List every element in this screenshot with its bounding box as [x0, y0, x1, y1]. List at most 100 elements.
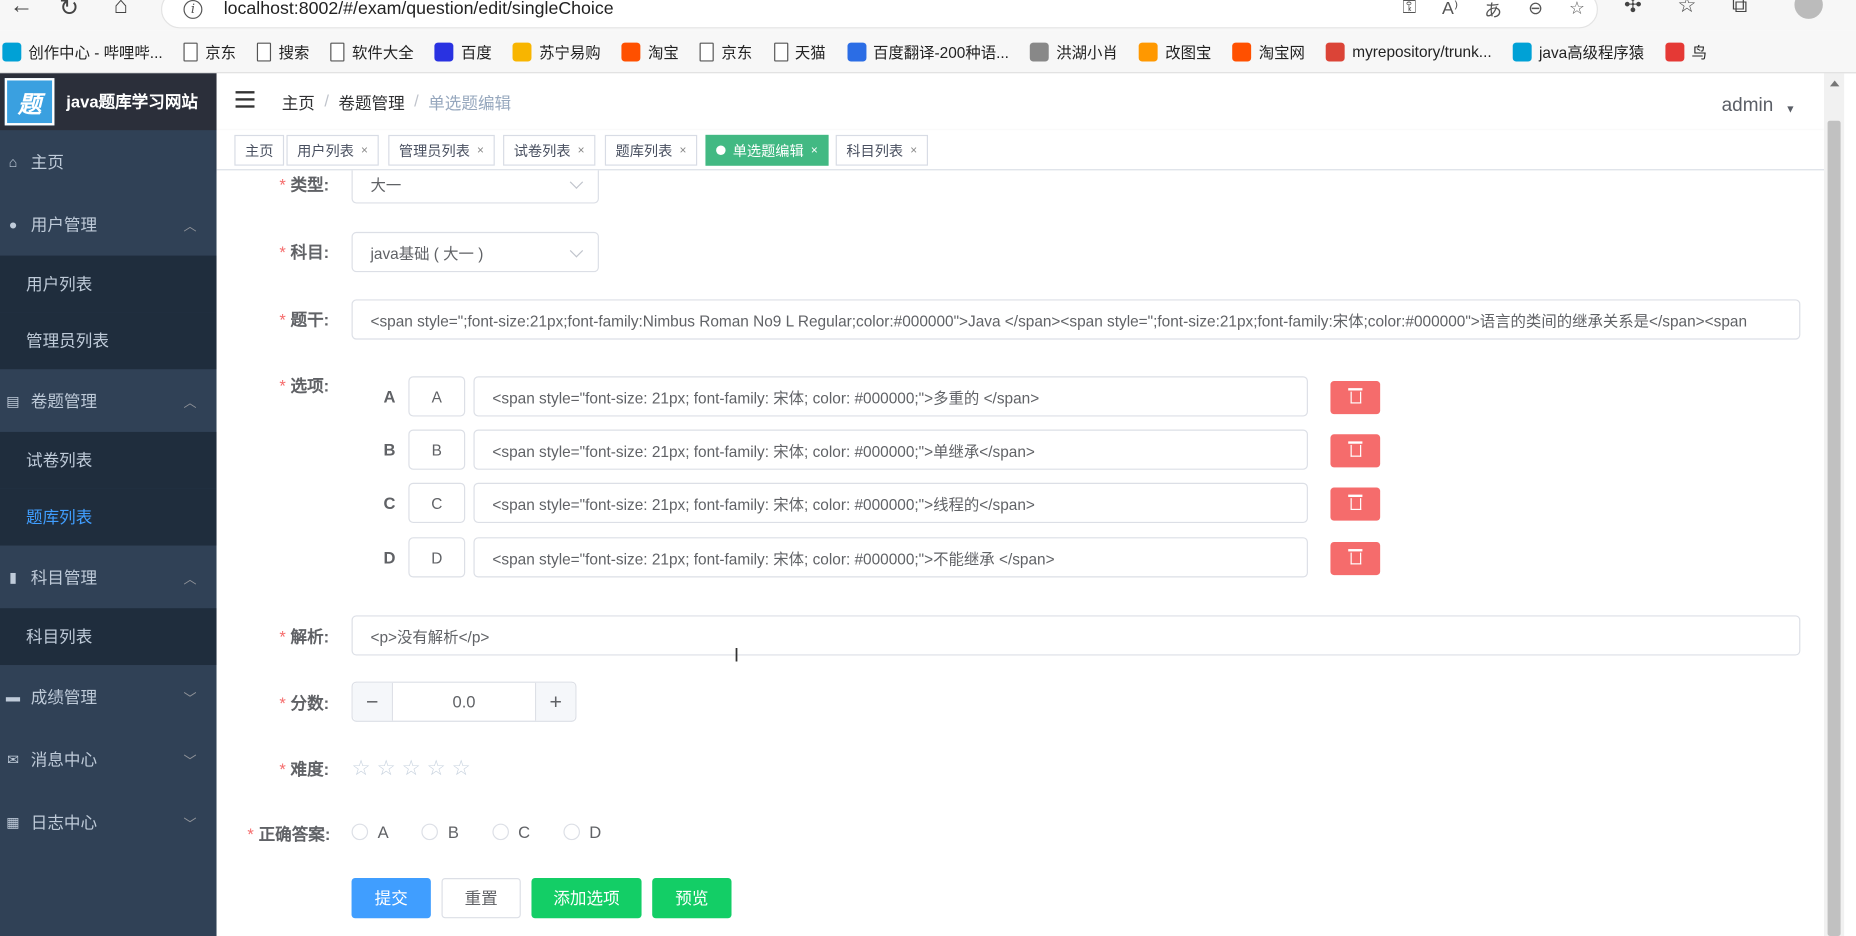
favorites-icon[interactable]: ☆ — [1677, 0, 1696, 18]
bookmark-item[interactable]: 京东 — [700, 40, 752, 62]
translate-icon[interactable]: あ — [1484, 0, 1502, 22]
bookmark-item[interactable]: 百度 — [434, 40, 492, 62]
close-icon[interactable]: × — [811, 144, 818, 157]
increase-score-button[interactable]: + — [535, 682, 576, 721]
subject-select[interactable]: java基础 ( 大一 ) — [351, 231, 599, 273]
bookmark-item[interactable]: 京东 — [183, 40, 236, 62]
answer-radio-b[interactable]: B — [421, 822, 459, 841]
key-icon[interactable]: ⚿ — [1402, 0, 1416, 22]
bookmark-item[interactable]: java高级程序猿 — [1512, 40, 1644, 62]
scrollbar-thumb[interactable] — [1827, 120, 1841, 936]
back-icon[interactable]: ← — [9, 0, 33, 20]
option-c-content-input[interactable]: <span style="font-size: 21px; font-famil… — [473, 482, 1308, 524]
delete-option-b-button[interactable] — [1330, 434, 1381, 468]
page-scrollbar[interactable] — [1824, 73, 1845, 936]
answer-radio-a[interactable]: A — [351, 822, 389, 841]
decrease-score-button[interactable]: − — [352, 682, 393, 721]
tag-admin-list[interactable]: 管理员列表 × — [388, 134, 495, 166]
option-d-prefix-input[interactable]: D — [408, 537, 466, 578]
reset-button[interactable]: 重置 — [441, 878, 521, 919]
tag-paper-list[interactable]: 试卷列表 × — [503, 134, 596, 166]
extensions-icon[interactable]: ✣ — [1624, 0, 1642, 18]
option-b-prefix-input[interactable]: B — [408, 429, 466, 470]
mail-icon: ✉ — [7, 750, 19, 768]
sidebar-subitem-paper-list[interactable]: 试卷列表 — [0, 431, 217, 489]
info-icon[interactable]: i — [183, 0, 203, 19]
hamburger-icon[interactable] — [235, 91, 255, 108]
bookmark-item[interactable]: 百度翻译-200种语... — [846, 40, 1009, 62]
bookmark-item[interactable]: myrepository/trunk... — [1326, 42, 1492, 61]
home-icon[interactable]: ⌂ — [114, 0, 128, 20]
breadcrumb-home[interactable]: 主页 — [282, 91, 315, 115]
zoom-out-icon[interactable]: ⊖ — [1528, 0, 1543, 22]
tag-subject-list[interactable]: 科目列表 × — [835, 134, 928, 166]
option-d-content-input[interactable]: <span style="font-size: 21px; font-famil… — [473, 537, 1308, 578]
sidebar-item-log-center[interactable]: ▦ 日志中心 ﹀ — [0, 790, 217, 853]
delete-option-a-button[interactable] — [1330, 381, 1381, 415]
bookmark-item[interactable]: 淘宝网 — [1232, 40, 1305, 62]
type-select[interactable]: 大一 — [351, 170, 599, 204]
score-input[interactable]: 0.0 — [394, 683, 534, 721]
bookmark-item[interactable]: 天猫 — [773, 40, 826, 62]
sidebar-item-score-management[interactable]: ▬ 成绩管理 ﹀ — [0, 665, 217, 728]
answer-radio-d[interactable]: D — [563, 822, 601, 841]
tag-question-list[interactable]: 题库列表 × — [604, 134, 698, 166]
tag-user-list[interactable]: 用户列表 × — [286, 134, 379, 166]
sidebar-subitem-admin-list[interactable]: 管理员列表 — [0, 312, 217, 370]
star-icon[interactable]: ☆ — [352, 757, 371, 778]
bookmark-item[interactable]: 苏宁易购 — [513, 40, 601, 62]
star-icon[interactable]: ☆ — [402, 757, 421, 778]
bookmark-item[interactable]: 创作中心 - 哔哩哔... — [2, 40, 163, 62]
stem-input[interactable]: <span style=";font-size:21px;font-family… — [351, 299, 1801, 340]
tag-single-choice-edit[interactable]: 单选题编辑 × — [705, 134, 829, 166]
close-icon[interactable]: × — [910, 144, 917, 157]
close-icon[interactable]: × — [361, 144, 368, 157]
user-dropdown[interactable]: admin ▼ — [1722, 96, 1796, 117]
star-icon[interactable]: ☆ — [377, 757, 396, 778]
answer-radio-c[interactable]: C — [492, 822, 530, 841]
analysis-input[interactable]: <p>没有解析</p> — [351, 615, 1801, 656]
option-b-content-input[interactable]: <span style="font-size: 21px; font-famil… — [473, 429, 1308, 470]
close-icon[interactable]: × — [679, 144, 686, 157]
breadcrumb-exam-management[interactable]: 卷题管理 — [338, 91, 404, 115]
star-icon[interactable]: ☆ — [452, 757, 471, 778]
sidebar-item-home[interactable]: ⌂ 主页 — [0, 130, 217, 193]
url-text[interactable]: localhost:8002/#/exam/question/edit/sing… — [224, 0, 614, 19]
read-aloud-icon[interactable]: A⁾ — [1442, 0, 1458, 22]
sidebar: 题 java题库学习网站 ⌂ 主页 ● 用户管理 ︿ 用户列表 管理员列表 ▤ … — [0, 73, 217, 936]
close-icon[interactable]: × — [477, 144, 484, 157]
collections-icon[interactable]: ⧉ — [1732, 0, 1747, 18]
bookmark-item[interactable]: 软件大全 — [330, 40, 414, 62]
submit-button[interactable]: 提交 — [351, 878, 431, 919]
add-option-button[interactable]: 添加选项 — [531, 878, 642, 919]
favorite-add-icon[interactable]: ☆ — [1569, 0, 1585, 22]
refresh-icon[interactable]: ↻ — [59, 0, 79, 22]
preview-button[interactable]: 预览 — [652, 878, 732, 919]
option-a-prefix-input[interactable]: A — [408, 376, 466, 417]
chat-icon: ▬ — [5, 688, 21, 705]
bookmark-item[interactable]: 淘宝 — [621, 40, 679, 62]
tag-home[interactable]: 主页 — [234, 134, 285, 166]
sidebar-subitem-user-list[interactable]: 用户列表 — [0, 255, 217, 313]
delete-option-d-button[interactable] — [1330, 541, 1381, 576]
option-c-prefix-input[interactable]: C — [408, 482, 466, 524]
option-a-content-input[interactable]: <span style="font-size: 21px; font-famil… — [473, 376, 1308, 417]
scroll-up-arrow-icon[interactable] — [1829, 80, 1840, 87]
bookmark-item[interactable]: 洪湖小肖 — [1030, 40, 1118, 62]
close-icon[interactable]: × — [578, 144, 585, 157]
app-logo[interactable]: 题 java题库学习网站 — [0, 73, 217, 131]
sidebar-item-exam-management[interactable]: ▤ 卷题管理 ︿ — [0, 369, 217, 432]
address-bar[interactable]: i localhost:8002/#/exam/question/edit/si… — [160, 0, 1598, 29]
sidebar-subitem-question-list[interactable]: 题库列表 — [0, 488, 217, 546]
bookmark-item[interactable]: 搜索 — [257, 40, 309, 62]
delete-option-c-button[interactable] — [1330, 487, 1381, 521]
bookmark-item[interactable]: 改图宝 — [1139, 40, 1211, 62]
browser-profile-avatar[interactable] — [1794, 0, 1823, 19]
star-icon[interactable]: ☆ — [427, 757, 446, 778]
bookmark-label: 鸟 — [1691, 43, 1707, 62]
sidebar-item-message-center[interactable]: ✉ 消息中心 ﹀ — [0, 728, 217, 791]
sidebar-subitem-subject-list[interactable]: 科目列表 — [0, 608, 217, 666]
bookmark-item[interactable]: 鸟 — [1665, 40, 1707, 62]
sidebar-item-subject-management[interactable]: ▮ 科目管理 ︿ — [0, 546, 217, 609]
sidebar-item-user-management[interactable]: ● 用户管理 ︿ — [0, 193, 217, 256]
